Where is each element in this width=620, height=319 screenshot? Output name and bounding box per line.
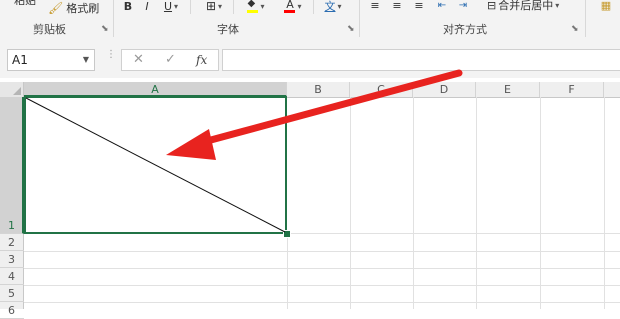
annotation-overlay xyxy=(25,69,463,233)
diagonal-border-line xyxy=(25,97,286,233)
red-arrow-icon xyxy=(166,69,463,160)
